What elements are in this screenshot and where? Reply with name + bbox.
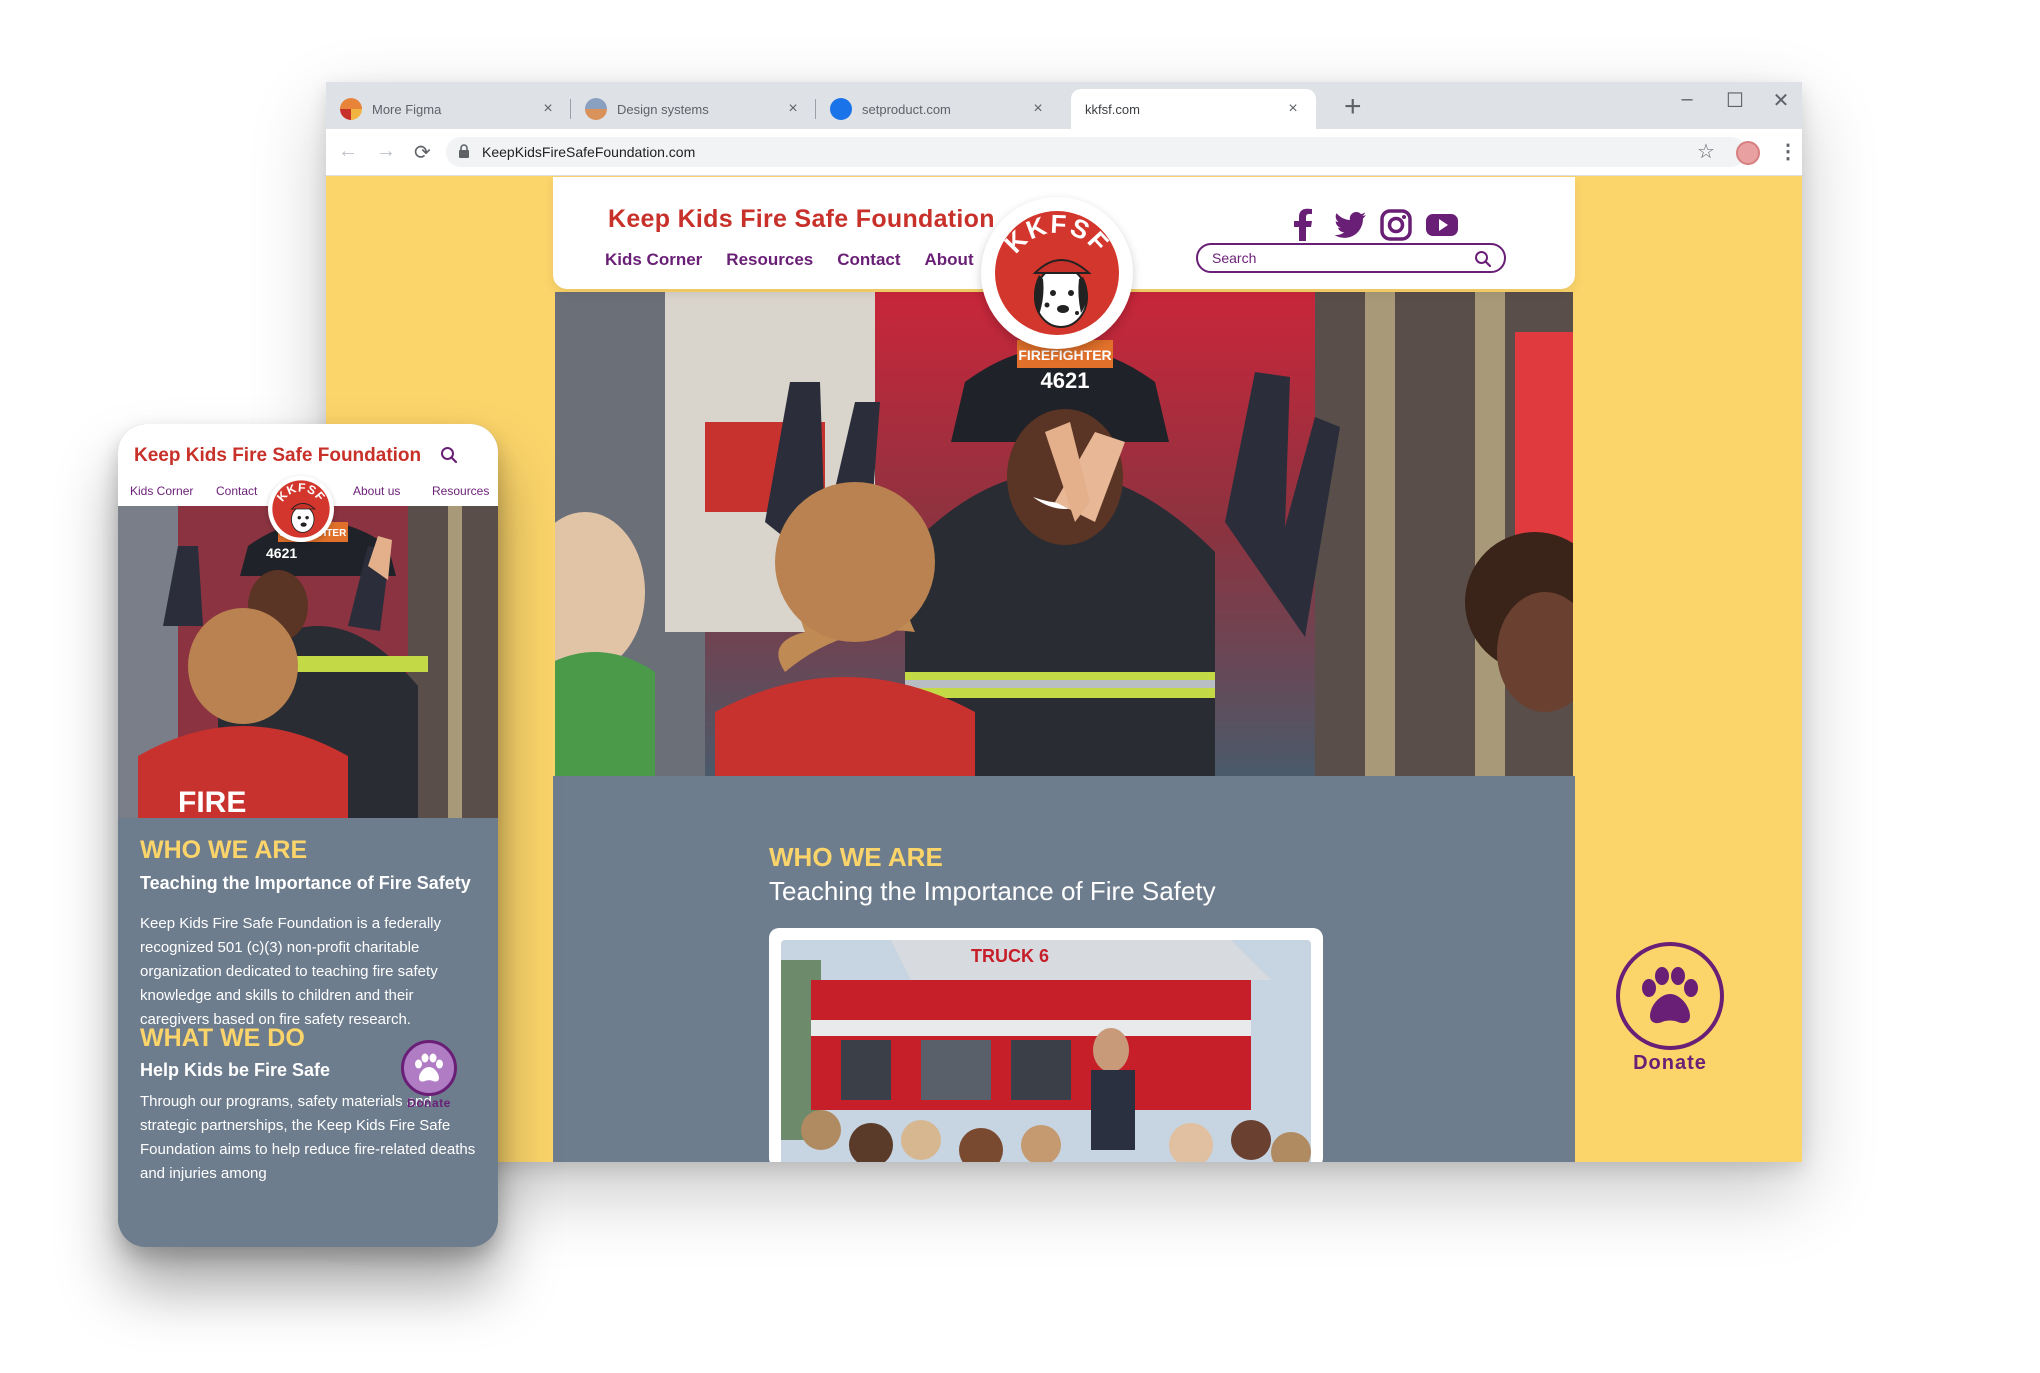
close-tab-icon[interactable]: × [539,100,557,118]
mobile-shirt-text: FIRE [178,786,246,818]
mobile-what-title: WHAT WE DO [140,1024,305,1052]
mobile-kkfsf-logo[interactable]: KKFSF [268,476,334,542]
nav-resources[interactable]: Resources [726,250,813,270]
fire-truck-image: TRUCK 6 [781,940,1311,1162]
twitter-icon[interactable] [1332,207,1368,243]
setproduct-favicon-icon [830,98,852,120]
mobile-nav-kids-corner[interactable]: Kids Corner [130,484,193,498]
desktop-browser-window: More Figma × Design systems × setproduct… [326,82,1802,1162]
firefighter-high-five-photo: FIREFIGHTER 4621 [555,292,1573,776]
mobile-search-icon[interactable] [440,446,458,464]
mobile-phone-mockup: Keep Kids Fire Safe Foundation Kids Corn… [118,424,498,1247]
back-arrow-icon[interactable]: ← [338,140,358,163]
fire-truck-photo: TRUCK 6 [781,940,1311,1162]
mobile-body-section: WHO WE ARE Teaching the Importance of Fi… [118,818,498,1247]
tab-label: kkfsf.com [1085,101,1140,117]
section-title: WHO WE ARE [769,842,943,872]
search-input[interactable]: Search [1196,243,1506,273]
tab-more-figma[interactable]: More Figma × [326,89,571,129]
mobile-helmet-number: 4621 [266,545,297,561]
helmet-number-text: 4621 [1041,368,1090,393]
hero-image: FIREFIGHTER 4621 [555,292,1573,776]
minimize-icon[interactable]: – [1672,88,1702,111]
nav-kids-corner[interactable]: Kids Corner [605,250,702,270]
close-tab-icon[interactable]: × [784,100,802,118]
figma-favicon-icon [340,98,362,120]
mobile-who-subtitle: Teaching the Importance of Fire Safety [140,873,471,893]
helmet-badge-text: FIREFIGHTER [1018,347,1111,363]
mobile-what-subtitle: Help Kids be Fire Safe [140,1060,331,1080]
site-nav: Kids Corner Resources Contact About [605,250,974,270]
tab-label: Design systems [617,101,709,117]
maximize-icon[interactable]: ☐ [1720,88,1750,113]
close-tab-icon[interactable]: × [1284,100,1302,118]
mobile-donate-circle [401,1040,457,1096]
url-text: KeepKidsFireSafeFoundation.com [482,144,696,160]
mobile-donate-label: Donate [407,1096,451,1110]
donate-label: Donate [1633,1052,1707,1074]
instagram-icon[interactable] [1378,207,1414,243]
fire-truck-card[interactable]: TRUCK 6 [769,928,1323,1162]
tab-setproduct[interactable]: setproduct.com × [816,89,1061,129]
browser-toolbar: ← → ⟳ KeepKidsFireSafeFoundation.com ☆ ⋮ [326,129,1802,176]
mobile-paw-print-icon [415,1053,443,1082]
address-bar[interactable]: KeepKidsFireSafeFoundation.com [446,137,1746,167]
youtube-icon[interactable] [1424,207,1460,243]
new-tab-button[interactable]: + [1344,92,1362,122]
site-title[interactable]: Keep Kids Fire Safe Foundation [608,205,995,234]
mobile-dalmatian-logo-icon: KKFSF [272,480,330,538]
truck-label-text: TRUCK 6 [971,946,1049,966]
tab-label: setproduct.com [862,101,951,117]
mobile-who-body: Keep Kids Fire Safe Foundation is a fede… [140,915,442,1028]
showcase-stage: More Figma × Design systems × setproduct… [0,0,2040,1373]
design-systems-favicon-icon [585,98,607,120]
reload-icon[interactable]: ⟳ [414,140,431,165]
nav-about[interactable]: About [925,250,974,270]
search-placeholder: Search [1212,250,1257,266]
who-we-are-section: WHO WE ARE Teaching the Importance of Fi… [553,776,1575,1162]
bookmark-star-icon[interactable]: ☆ [1697,139,1715,164]
menu-kebab-icon[interactable]: ⋮ [1778,139,1798,164]
dalmatian-logo-icon: KKFSF [995,209,1119,335]
mobile-site-title[interactable]: Keep Kids Fire Safe Foundation [134,445,421,467]
mobile-firefighter-photo: FIREFIGHTER 4621 FIRE [118,506,498,818]
mobile-hero-image: FIREFIGHTER 4621 FIRE [118,506,498,818]
tab-label: More Figma [372,101,442,117]
kkfsf-logo[interactable]: KKFSF [981,197,1133,349]
profile-avatar[interactable] [1736,141,1760,165]
mobile-nav-about-us[interactable]: About us [353,484,400,498]
tab-strip: More Figma × Design systems × setproduct… [326,82,1802,129]
mobile-nav-contact[interactable]: Contact [216,484,257,498]
forward-arrow-icon[interactable]: → [376,140,396,163]
mobile-nav-resources[interactable]: Resources [432,484,489,498]
tab-kkfsf[interactable]: kkfsf.com × [1071,89,1316,129]
donate-circle [1616,942,1724,1050]
paw-print-icon [1642,967,1698,1024]
lock-icon [459,144,469,158]
facebook-icon[interactable] [1286,207,1322,243]
tab-design-systems[interactable]: Design systems × [571,89,816,129]
donate-button[interactable]: Donate [1614,942,1726,1075]
close-tab-icon[interactable]: × [1029,100,1047,118]
nav-contact[interactable]: Contact [837,250,900,270]
close-window-icon[interactable]: ✕ [1766,88,1796,113]
mobile-who-title: WHO WE ARE [140,836,308,864]
mobile-donate-button[interactable]: Donate [394,1040,464,1110]
search-icon[interactable] [1474,250,1492,268]
section-subtitle: Teaching the Importance of Fire Safety [769,876,1216,906]
